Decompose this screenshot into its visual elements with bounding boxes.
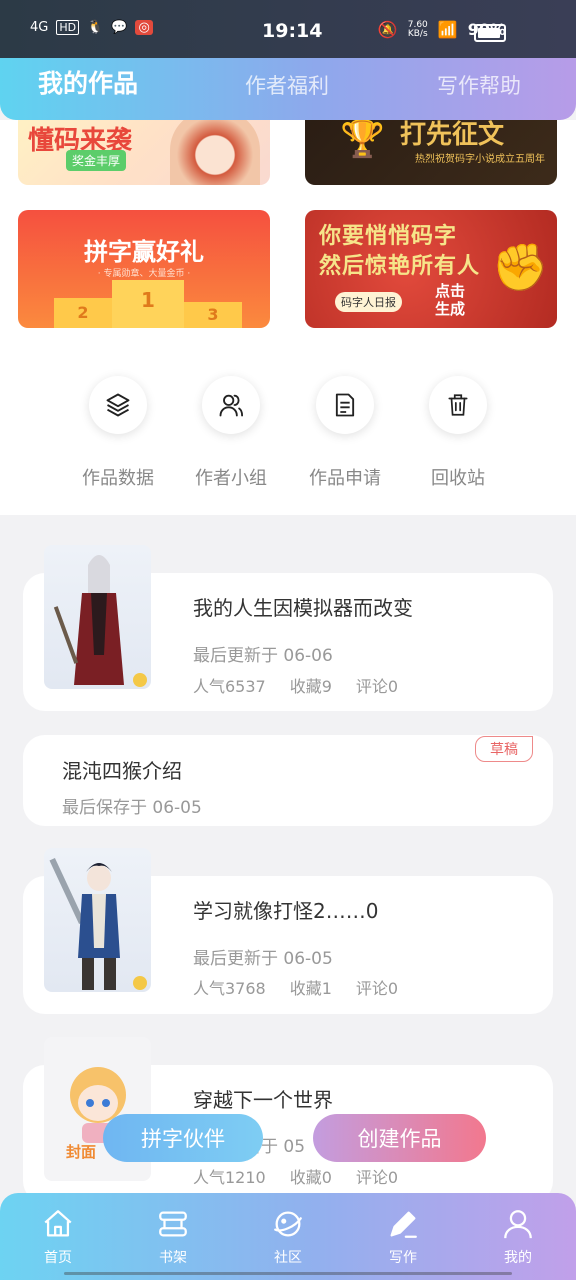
work-cover (44, 848, 151, 992)
nav-label: 写作 (389, 1250, 417, 1266)
pinzi-partner-button[interactable]: 拼字伙伴 (103, 1114, 263, 1162)
nav-write[interactable]: 写作 (363, 1193, 443, 1267)
banner-title: 拼字赢好礼 (84, 238, 204, 266)
banner-contest[interactable]: 🏆 打先征文 热烈祝贺码字小说成立五周年 (305, 120, 557, 185)
shortcut-works-apply[interactable]: 作品申请 (290, 376, 400, 490)
banner-dongma[interactable]: 懂码来袭 奖金丰厚 (18, 120, 270, 185)
work-title: 我的人生因模拟器而改变 (193, 596, 413, 620)
nav-community[interactable]: 社区 (248, 1193, 328, 1267)
shortcut-label: 回收站 (431, 468, 485, 489)
bookshelf-icon (159, 1211, 187, 1237)
work-stats: 人气1210 收藏0 评论0 (193, 1164, 398, 1188)
tab-author-benefits[interactable]: 作者福利 (245, 70, 329, 100)
character-illustration (49, 858, 120, 990)
trash-icon (429, 376, 487, 434)
layers-icon (89, 376, 147, 434)
wechat-icon: 💬 (111, 20, 128, 35)
nav-label: 社区 (274, 1250, 302, 1266)
popularity: 人气3768 (193, 979, 266, 998)
shortcut-label: 作品数据 (82, 468, 154, 489)
nav-profile[interactable]: 我的 (478, 1193, 558, 1267)
nav-bookshelf[interactable]: 书架 (133, 1193, 213, 1267)
banner-title: 你要悄悄码字 然后惊艳所有人 (319, 222, 480, 282)
banner-subtitle: · 专属勋章、大量金币 · (97, 269, 191, 279)
tab-writing-help[interactable]: 写作帮助 (437, 70, 521, 100)
banner-title-line1: 你要悄悄码字 (319, 224, 458, 249)
banner-title-line2: 然后惊艳所有人 (319, 254, 481, 279)
work-cover (44, 545, 151, 689)
group-icon (202, 376, 260, 434)
comments: 评论0 (355, 979, 399, 998)
battery-icon (474, 24, 506, 42)
user-icon (504, 1210, 532, 1239)
banner-daily-report[interactable]: 你要悄悄码字 然后惊艳所有人 码字人日报 点击 生成 ✊ (305, 210, 557, 328)
planet-icon (274, 1211, 302, 1237)
shortcut-recycle-bin[interactable]: 回收站 (403, 376, 513, 490)
podium-first: 1 (112, 280, 184, 328)
cover-placeholder-text: 封面 (66, 1143, 97, 1161)
network-speed: 7.60 KB/s (407, 20, 428, 39)
banner-cta: 点击 生成 (435, 282, 465, 318)
tab-my-works[interactable]: 我的作品 (38, 64, 138, 100)
shortcut-label: 作者小组 (195, 468, 267, 489)
work-title: 混沌四猴介绍 (62, 759, 182, 783)
shortcut-author-group[interactable]: 作者小组 (176, 376, 286, 490)
anime-girl-illustration (170, 120, 260, 185)
fist-icon: ✊ (491, 240, 549, 294)
work-updated: 最后更新于 06-05 (193, 949, 333, 969)
level-badge-icon (133, 976, 147, 990)
banner-badge: 奖金丰厚 (66, 150, 127, 171)
hd-badge: HD (56, 20, 80, 35)
favorites: 收藏1 (289, 979, 332, 998)
app-notification-icon: ◎ (135, 20, 153, 35)
banner-area: 懂码来袭 奖金丰厚 🏆 打先征文 热烈祝贺码字小说成立五周年 拼字赢好礼 · 专… (0, 120, 576, 330)
nav-home[interactable]: 首页 (18, 1193, 98, 1267)
character-illustration (53, 555, 124, 685)
favorites: 收藏0 (289, 1168, 332, 1187)
comments: 评论0 (355, 677, 399, 696)
level-badge-icon (133, 673, 147, 687)
qq-icon: 🐧 (87, 20, 104, 35)
work-title: 学习就像打怪2……0 (193, 899, 379, 923)
status-bar: 4G HD 🐧 💬 ◎ 19:14 🔕 7.60 KB/s 📶 90% (0, 0, 576, 58)
mute-icon: 🔕 (377, 20, 398, 39)
banner-cta-line1: 点击 (435, 282, 466, 300)
status-left: 4G HD 🐧 💬 ◎ (30, 20, 153, 35)
comments: 评论0 (355, 1168, 399, 1187)
shortcut-works-data[interactable]: 作品数据 (63, 376, 173, 490)
nav-label: 书架 (159, 1250, 187, 1266)
document-icon (316, 376, 374, 434)
banner-pinzi-prize[interactable]: 拼字赢好礼 · 专属勋章、大量金币 · 2 1 3 (18, 210, 270, 328)
work-saved: 最后保存于 06-05 (62, 798, 202, 818)
favorites: 收藏9 (289, 677, 332, 696)
speed-unit: KB/s (407, 28, 428, 39)
banner-tag: 码字人日报 (335, 292, 402, 312)
pen-icon (390, 1211, 417, 1238)
popularity: 人气6537 (193, 677, 266, 696)
podium-third: 3 (184, 302, 242, 328)
status-time: 19:14 (262, 20, 323, 42)
banner-subtitle: 热烈祝贺码字小说成立五周年 (415, 154, 545, 165)
shortcut-area: 作品数据 作者小组 作品申请 回收站 (0, 330, 576, 515)
nav-label: 我的 (504, 1250, 532, 1266)
work-stats: 人气3768 收藏1 评论0 (193, 975, 398, 999)
draft-badge: 草稿 (475, 736, 533, 762)
home-icon (44, 1210, 72, 1237)
work-title: 穿越下一个世界 (193, 1088, 333, 1112)
podium-second: 2 (54, 298, 112, 328)
network-label: 4G (30, 20, 49, 35)
nav-label: 首页 (44, 1250, 72, 1266)
wifi-icon: 📶 (437, 20, 458, 39)
create-work-button[interactable]: 创建作品 (313, 1114, 486, 1162)
popularity: 人气1210 (193, 1168, 266, 1187)
work-stats: 人气6537 收藏9 评论0 (193, 673, 398, 697)
banner-cta-line2: 生成 (435, 300, 466, 318)
work-updated: 最后更新于 06-06 (193, 646, 333, 666)
bottom-nav: 首页 书架 社区 写作 我的 (0, 1193, 576, 1280)
header-tabs: 我的作品 作者福利 写作帮助 (0, 58, 576, 120)
home-indicator (64, 1272, 512, 1275)
trophy-icon: 🏆 (340, 120, 385, 160)
banner-title: 打先征文 (400, 120, 505, 150)
shortcut-label: 作品申请 (309, 468, 381, 489)
